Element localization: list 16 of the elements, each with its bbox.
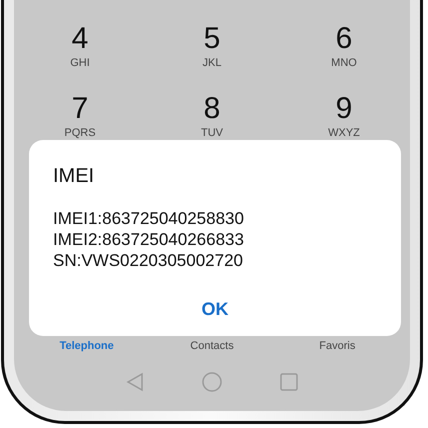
ok-button[interactable]: OK	[192, 295, 238, 324]
dialog-title: IMEI	[53, 164, 94, 188]
dialog-line: IMEI1:863725040258830	[53, 208, 244, 229]
home-icon[interactable]	[202, 372, 222, 392]
tab[interactable]: Favoris	[319, 339, 356, 353]
keypad-key[interactable]: 8 TUV	[146, 92, 278, 140]
dialog-line: SN:VWS0220305002720	[53, 250, 243, 271]
keypad-key[interactable]: 4 GHI	[14, 22, 146, 70]
recents-icon[interactable]	[280, 373, 298, 391]
dialog-line: IMEI2:863725040266833	[53, 229, 244, 250]
tab[interactable]: Contacts	[190, 339, 234, 353]
keypad-key[interactable]: 6 MNO	[278, 22, 410, 70]
keypad-key[interactable]: 5 JKL	[146, 22, 278, 70]
back-icon[interactable]	[126, 372, 144, 392]
keypad-key[interactable]: 9 WXYZ	[278, 92, 410, 140]
keypad-key[interactable]: 7 PQRS	[14, 92, 146, 140]
